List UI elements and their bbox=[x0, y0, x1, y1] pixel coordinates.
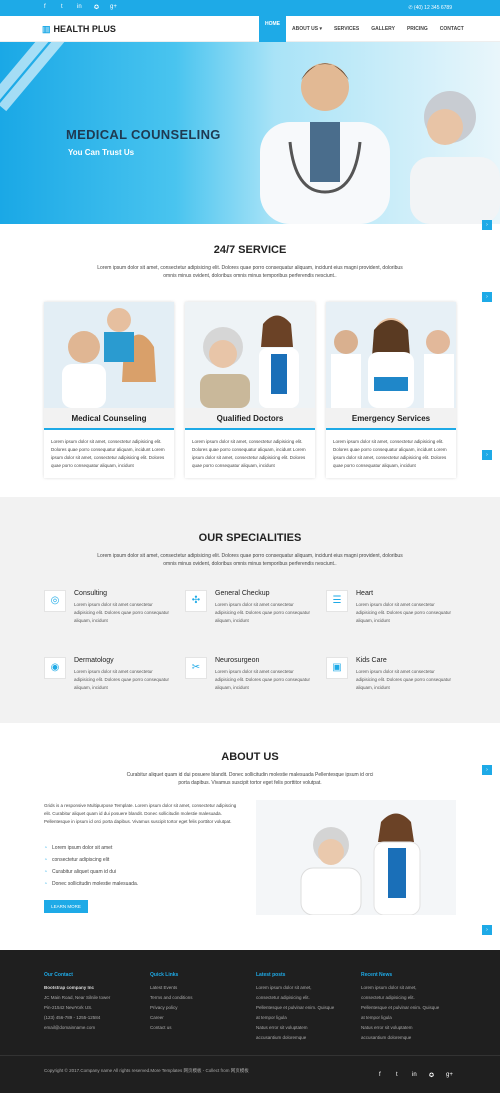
service-card-text: Lorem ipsum dolor sit amet, consectetur … bbox=[333, 439, 447, 468]
about-image bbox=[256, 800, 456, 915]
footer-contact: Our Contact Bootstrap company Inc JC Mai… bbox=[44, 972, 111, 1030]
hero-title: MEDICAL COUNSELING bbox=[66, 127, 221, 142]
learn-more-button[interactable]: LEARN MORE bbox=[44, 900, 88, 913]
footer-recent-news: Recent News Lorem ipsum dolor sit amet, … bbox=[361, 972, 440, 1040]
speciality-item[interactable]: ◉ Dermatology Lorem ipsum dolor sit amet… bbox=[44, 657, 174, 717]
speciality-text: Lorem ipsum dolor sit amet consectetur a… bbox=[74, 669, 170, 690]
service-card[interactable]: Emergency Services Lorem ipsum dolor sit… bbox=[326, 302, 456, 478]
doctor-photo bbox=[260, 63, 390, 224]
footer-quick-links: Quick Links Latest Events Terms and cond… bbox=[150, 970, 250, 1033]
service-card-image bbox=[326, 302, 456, 408]
speciality-item[interactable]: ▣ Kids Care Lorem ipsum dolor sit amet c… bbox=[326, 657, 456, 717]
service-title: 24/7 SERVICE bbox=[213, 244, 287, 256]
speciality-name: Kids Care bbox=[356, 657, 387, 664]
hero-banner: MEDICAL COUNSELING You Can Trust Us bbox=[0, 42, 500, 224]
about-title: ABOUT US bbox=[221, 751, 279, 763]
service-card[interactable]: Medical Counseling Lorem ipsum dolor sit… bbox=[44, 302, 174, 478]
google-plus-icon[interactable]: g+ bbox=[446, 1072, 453, 1078]
speciality-text: Lorem ipsum dolor sit amet consectetur a… bbox=[215, 669, 311, 690]
facebook-icon[interactable]: f bbox=[379, 1072, 381, 1078]
speciality-name: Neurosurgeon bbox=[215, 657, 260, 664]
speciality-item[interactable]: ◎ Consulting Lorem ipsum dolor sit amet … bbox=[44, 590, 174, 650]
speciality-name: Heart bbox=[356, 590, 374, 597]
speciality-name: General Checkup bbox=[215, 590, 270, 597]
speciality-item[interactable]: ☰ Heart Lorem ipsum dolor sit amet conse… bbox=[326, 590, 456, 650]
side-scroll-button[interactable]: › bbox=[482, 925, 492, 935]
consulting-icon: ◎ bbox=[44, 590, 66, 612]
specialities-description: Lorem ipsum dolor sit amet, consectetur … bbox=[97, 553, 403, 567]
service-card-label: Medical Counseling bbox=[44, 408, 174, 430]
nav-pricing[interactable]: PRICING bbox=[401, 16, 434, 42]
about-text: Grids is a responsive Multipurpose Templ… bbox=[44, 803, 237, 824]
about-description: Curabitur aliquet quam id dui posuere bl… bbox=[126, 772, 374, 786]
side-scroll-button[interactable]: › bbox=[482, 292, 492, 302]
main-menu: HOME ABOUT US ▾ SERVICES GALLERY PRICING… bbox=[259, 6, 470, 42]
brand-logo[interactable]: ▥ HEALTH PLUS bbox=[42, 24, 116, 35]
dribbble-icon[interactable]: ✪ bbox=[94, 4, 99, 11]
footer-bottom: Copyright © 2017.Company name All rights… bbox=[0, 1055, 500, 1093]
check-icon: ◔ bbox=[44, 845, 48, 851]
check-icon: ◔ bbox=[44, 857, 48, 863]
specialities-title: OUR SPECIALITIES bbox=[198, 532, 302, 544]
linkedin-icon[interactable]: in bbox=[77, 4, 82, 10]
phone-number: ✆ (40) 12 345 6789 bbox=[408, 5, 452, 11]
neurosurgeon-icon: ✂ bbox=[185, 657, 207, 679]
heart-icon: ☰ bbox=[326, 590, 348, 612]
service-card-image bbox=[185, 302, 315, 408]
speciality-item[interactable]: ✣ General Checkup Lorem ipsum dolor sit … bbox=[185, 590, 315, 650]
service-card-image bbox=[44, 302, 174, 408]
dribbble-icon[interactable]: ✪ bbox=[429, 1072, 434, 1079]
hospital-icon: ▥ bbox=[42, 24, 51, 34]
nav-contact[interactable]: CONTACT bbox=[434, 16, 470, 42]
side-scroll-button[interactable]: › bbox=[482, 765, 492, 775]
navbar: ▥ HEALTH PLUS HOME ABOUT US ▾ SERVICES GA… bbox=[0, 6, 500, 42]
footer-link[interactable]: Career bbox=[150, 1013, 250, 1023]
service-card-text: Lorem ipsum dolor sit amet, consectetur … bbox=[192, 439, 306, 468]
footer-link[interactable]: Terms and conditions bbox=[150, 993, 250, 1003]
footer: Our Contact Bootstrap company Inc JC Mai… bbox=[0, 950, 500, 1093]
top-bar: f t in ✪ g+ ✆ (40) 12 345 6789 bbox=[0, 0, 500, 16]
speciality-name: Consulting bbox=[74, 590, 108, 597]
hero-subtitle: You Can Trust Us bbox=[68, 148, 135, 157]
footer-link[interactable]: Latest Events bbox=[150, 983, 250, 993]
google-plus-icon[interactable]: g+ bbox=[110, 4, 117, 10]
copyright-text: Copyright © 2017.Company name All rights… bbox=[44, 1068, 249, 1073]
footer-link[interactable]: Contact us bbox=[150, 1023, 250, 1033]
nav-about[interactable]: ABOUT US ▾ bbox=[286, 16, 328, 42]
side-scroll-button[interactable]: › bbox=[482, 450, 492, 460]
twitter-icon[interactable]: t bbox=[61, 4, 63, 10]
linkedin-icon[interactable]: in bbox=[412, 1072, 417, 1078]
footer-link[interactable]: Privacy policy bbox=[150, 1003, 250, 1013]
dermatology-icon: ◉ bbox=[44, 657, 66, 679]
speciality-item[interactable]: ✂ Neurosurgeon Lorem ipsum dolor sit ame… bbox=[185, 657, 315, 717]
service-description: Lorem ipsum dolor sit amet, consectetur … bbox=[97, 265, 403, 279]
speciality-text: Lorem ipsum dolor sit amet consectetur a… bbox=[74, 602, 170, 623]
service-card-label: Qualified Doctors bbox=[185, 408, 315, 430]
twitter-icon[interactable]: t bbox=[396, 1072, 398, 1078]
speciality-text: Lorem ipsum dolor sit amet consectetur a… bbox=[356, 602, 452, 623]
about-list-item: ◔ Lorem ipsum dolor sit amet bbox=[44, 845, 113, 851]
service-card[interactable]: Qualified Doctors Lorem ipsum dolor sit … bbox=[185, 302, 315, 478]
about-list-item: ◔ consectetur adipiscing elit bbox=[44, 857, 110, 863]
kids-care-icon: ▣ bbox=[326, 657, 348, 679]
nav-home[interactable]: HOME bbox=[259, 6, 286, 42]
patient-photo bbox=[410, 91, 500, 224]
nav-gallery[interactable]: GALLERY bbox=[365, 16, 401, 42]
checkup-icon: ✣ bbox=[185, 590, 207, 612]
about-list-item: ◔ Curabitur aliquet quam id dui bbox=[44, 869, 116, 875]
facebook-icon[interactable]: f bbox=[44, 4, 46, 10]
nav-services[interactable]: SERVICES bbox=[328, 16, 365, 42]
service-card-label: Emergency Services bbox=[326, 408, 456, 430]
side-scroll-button[interactable]: › bbox=[482, 220, 492, 230]
about-list-item: ◔ Donec sollicitudin molestie malesuada. bbox=[44, 881, 139, 887]
check-icon: ◔ bbox=[44, 881, 48, 887]
check-icon: ◔ bbox=[44, 869, 48, 875]
footer-latest-posts: Latest posts Lorem ipsum dolor sit amet,… bbox=[256, 972, 335, 1040]
speciality-text: Lorem ipsum dolor sit amet consectetur a… bbox=[356, 669, 452, 690]
speciality-text: Lorem ipsum dolor sit amet consectetur a… bbox=[215, 602, 311, 623]
service-card-text: Lorem ipsum dolor sit amet, consectetur … bbox=[51, 439, 165, 468]
speciality-name: Dermatology bbox=[74, 657, 114, 664]
